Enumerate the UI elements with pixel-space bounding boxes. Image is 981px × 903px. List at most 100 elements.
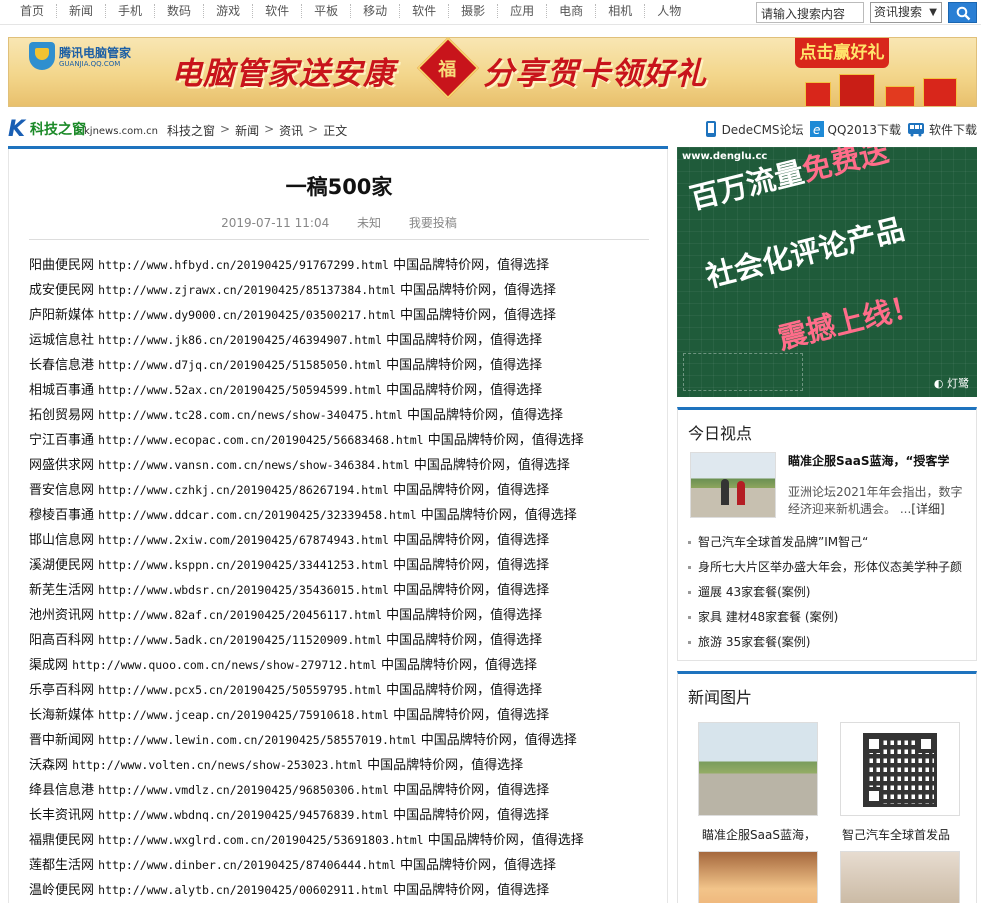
site-url[interactable]: http://www.82af.cn/20190425/20456117.htm…: [98, 608, 382, 622]
nav-link[interactable]: 新闻: [57, 4, 107, 18]
site-url[interactable]: http://www.tc28.com.cn/news/show-340475.…: [98, 408, 403, 422]
nav-link[interactable]: 数码: [155, 4, 205, 18]
nav-link[interactable]: 手机: [106, 4, 156, 18]
breadcrumb-home[interactable]: 科技之窗: [167, 122, 215, 139]
chevron-right-icon: >: [220, 122, 231, 136]
site-url[interactable]: http://www.pcx5.cn/20190425/50559795.htm…: [98, 683, 382, 697]
nav-link[interactable]: 软件: [253, 4, 303, 18]
site-url[interactable]: http://www.vansn.com.cn/news/show-346384…: [98, 458, 410, 472]
search-type-select[interactable]: 资讯搜索 ▼: [870, 2, 942, 23]
nav-link[interactable]: 人物: [645, 4, 693, 18]
row-suffix: 中国品牌特价网，值得选择: [393, 558, 550, 573]
site-url[interactable]: http://www.czhkj.cn/20190425/86267194.ht…: [98, 483, 389, 497]
nav-link[interactable]: 软件: [400, 4, 450, 18]
site-logo-k: K: [8, 117, 26, 142]
site-url[interactable]: http://www.2xiw.com/20190425/67874943.ht…: [98, 533, 389, 547]
site-name: 运城信息社: [29, 333, 95, 348]
nav-link[interactable]: 移动: [351, 4, 401, 18]
site-url[interactable]: http://www.ecopac.com.cn/20190425/566834…: [98, 433, 423, 447]
row-suffix: 中国品牌特价网，值得选择: [367, 758, 524, 773]
breadcrumb-bar: K 科技之窗 kjnews.com.cn 科技之窗 > 新闻 > 资讯 > 正文…: [8, 115, 977, 147]
quicklink-forum-label: DedeCMS论坛: [721, 122, 804, 137]
site-name: 溪湖便民网: [29, 558, 95, 573]
nav-link[interactable]: 电商: [547, 4, 597, 18]
side-ad[interactable]: www.denglu.cc 百万流量免费送 社会化评论产品 震撼上线！ ◐ 灯鹭: [677, 147, 977, 397]
feature-title[interactable]: 瞄准企服SaaS蓝海，“授客学: [788, 452, 968, 469]
banner-cta-button[interactable]: 点击赢好礼: [795, 38, 889, 68]
today-list-item[interactable]: 遛展 43家套餐(案例): [688, 580, 973, 605]
breadcrumb-info[interactable]: 资讯: [279, 122, 303, 139]
site-url[interactable]: http://www.hfbyd.cn/20190425/91767299.ht…: [98, 258, 389, 272]
site-url[interactable]: http://www.jk86.cn/20190425/46394907.htm…: [98, 333, 382, 347]
site-url[interactable]: http://www.dinber.cn/20190425/87406444.h…: [98, 858, 396, 872]
search-button[interactable]: [948, 2, 977, 23]
photo-caption[interactable]: 瞄准企服SaaS蓝海，: [702, 826, 822, 843]
nav-link[interactable]: 摄影: [449, 4, 499, 18]
site-url[interactable]: http://www.5adk.cn/20190425/11520909.htm…: [98, 633, 382, 647]
site-url[interactable]: http://www.zjrawx.cn/20190425/85137384.h…: [98, 283, 396, 297]
site-url[interactable]: http://www.wbdnq.cn/20190425/94576839.ht…: [98, 808, 389, 822]
site-url[interactable]: http://www.vmdlz.cn/20190425/96850306.ht…: [98, 783, 389, 797]
nav-link[interactable]: 首页: [8, 4, 58, 18]
today-list-item[interactable]: 旅游 35家套餐(案例): [688, 630, 973, 655]
chevron-down-icon: ▼: [929, 7, 937, 18]
submit-article-link[interactable]: 我要投稿: [409, 216, 457, 230]
row-suffix: 中国品牌特价网，值得选择: [420, 508, 577, 523]
today-list-item[interactable]: 智己汽车全球首发品牌”IM智己“: [688, 530, 973, 555]
list-item: 福鼎便民网 http://www.wxglrd.com.cn/20190425/…: [29, 828, 649, 853]
search-input[interactable]: 请输入搜索内容: [756, 2, 864, 23]
site-url[interactable]: http://www.lewin.com.cn/20190425/5855701…: [98, 733, 417, 747]
list-item: 拓创贸易网 http://www.tc28.com.cn/news/show-3…: [29, 403, 649, 428]
list-item: 运城信息社 http://www.jk86.cn/20190425/463949…: [29, 328, 649, 353]
site-url[interactable]: http://www.alytb.cn/20190425/00602911.ht…: [98, 883, 389, 897]
breadcrumb-current: 正文: [323, 124, 348, 138]
photo-caption[interactable]: 智己汽车全球首发品: [842, 826, 962, 843]
site-url[interactable]: http://www.wxglrd.com.cn/20190425/536918…: [98, 833, 423, 847]
site-url[interactable]: http://www.volten.cn/news/show-253023.ht…: [72, 758, 363, 772]
train-icon: [907, 123, 924, 137]
site-url[interactable]: http://www.jceap.cn/20190425/75910618.ht…: [98, 708, 389, 722]
today-list-item[interactable]: 身所七大片区举办盛大年会，形体仪态美学种子颜: [688, 555, 973, 580]
breadcrumb-news[interactable]: 新闻: [235, 122, 259, 139]
site-url[interactable]: http://www.52ax.cn/20190425/50594599.htm…: [98, 383, 382, 397]
nav-link[interactable]: 应用: [498, 4, 548, 18]
svg-text:e: e: [813, 123, 820, 137]
row-suffix: 中国品牌特价网，值得选择: [427, 433, 584, 448]
site-name: 乐亭百科网: [29, 683, 95, 698]
nav-link[interactable]: 游戏: [204, 4, 254, 18]
quicklink-qq-label: QQ2013下载: [827, 122, 901, 137]
quicklink-forum[interactable]: DedeCMS论坛: [704, 120, 804, 138]
row-suffix: 中国品牌特价网，值得选择: [386, 358, 543, 373]
photo-thumb[interactable]: [698, 851, 818, 903]
site-name: 成安便民网: [29, 283, 95, 298]
site-url[interactable]: http://www.wbdsr.cn/20190425/35436015.ht…: [98, 583, 389, 597]
list-item: 乐亭百科网 http://www.pcx5.cn/20190425/505597…: [29, 678, 649, 703]
site-logo[interactable]: K 科技之窗 kjnews.com.cn: [8, 117, 158, 142]
photo-thumb[interactable]: [698, 722, 818, 816]
site-url[interactable]: http://www.ddcar.com.cn/20190425/3233945…: [98, 508, 417, 522]
site-name: 穆棱百事通: [29, 508, 95, 523]
fu-emblem: 福: [416, 38, 480, 100]
row-suffix: 中国品牌特价网，值得选择: [393, 533, 550, 548]
photo-thumb[interactable]: [840, 851, 960, 903]
nav-link[interactable]: 相机: [596, 4, 646, 18]
site-url[interactable]: http://www.quoo.com.cn/news/show-279712.…: [72, 658, 377, 672]
site-name: 长丰资讯网: [29, 808, 95, 823]
feature-image[interactable]: [690, 452, 776, 518]
site-name: 福鼎便民网: [29, 833, 95, 848]
site-name: 拓创贸易网: [29, 408, 95, 423]
row-suffix: 中国品牌特价网，值得选择: [386, 333, 543, 348]
today-list-item[interactable]: 家具 建材48家套餐 (案例): [688, 605, 973, 630]
promo-banner[interactable]: 腾讯电脑管家 GUANJIA.QQ.COM 电脑管家送安康 福 分享贺卡领好礼 …: [8, 37, 977, 107]
photo-thumb[interactable]: [840, 722, 960, 816]
quicklink-qq[interactable]: e QQ2013下载: [809, 120, 901, 138]
site-url[interactable]: http://www.dy9000.cn/20190425/03500217.h…: [98, 308, 396, 322]
list-item: 溪湖便民网 http://www.ksppn.cn/20190425/33441…: [29, 553, 649, 578]
list-item: 阳高百科网 http://www.5adk.cn/20190425/115209…: [29, 628, 649, 653]
row-suffix: 中国品牌特价网，值得选择: [393, 258, 550, 273]
feature-more-link[interactable]: [详细]: [911, 502, 944, 516]
nav-link[interactable]: 平板: [302, 4, 352, 18]
site-url[interactable]: http://www.d7jq.cn/20190425/51585050.htm…: [98, 358, 382, 372]
site-url[interactable]: http://www.ksppn.cn/20190425/33441253.ht…: [98, 558, 389, 572]
quicklink-software[interactable]: 软件下载: [907, 120, 977, 138]
